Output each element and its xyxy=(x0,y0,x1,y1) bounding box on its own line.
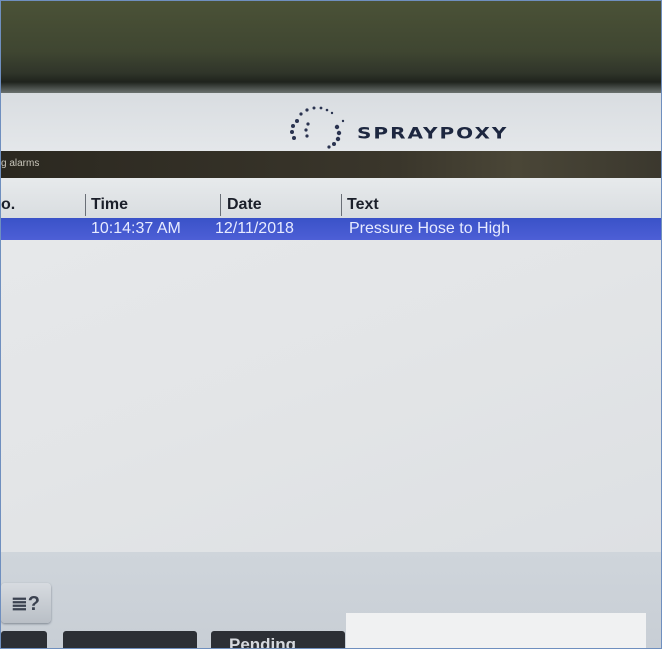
alarm-window-titlebar: g alarms xyxy=(1,151,661,178)
cell-text: Pressure Hose to High xyxy=(349,220,510,237)
pending-button[interactable]: Pending xyxy=(211,631,345,649)
window-title: g alarms xyxy=(1,158,40,169)
column-header-no[interactable]: o. xyxy=(1,196,15,214)
column-separator[interactable] xyxy=(85,194,86,216)
column-separator[interactable] xyxy=(220,194,221,216)
help-button[interactable]: ≣? xyxy=(1,583,51,623)
logo-text: SPRAYPOXY xyxy=(357,123,509,143)
photo-frame: SPRAYPOXY g alarms o. Time Date Text 10:… xyxy=(0,0,662,649)
alarm-list-body[interactable] xyxy=(1,240,661,552)
logo-swirl-icon xyxy=(290,106,345,149)
cell-date: 12/11/2018 xyxy=(215,220,294,237)
column-separator[interactable] xyxy=(341,194,342,216)
column-header-time[interactable]: Time xyxy=(91,196,128,214)
pending-label: Pending xyxy=(229,635,297,649)
column-header-text[interactable]: Text xyxy=(347,196,379,214)
toolbar-strip xyxy=(346,613,646,648)
spraypoxy-logo: SPRAYPOXY xyxy=(279,99,599,151)
table-header: o. Time Date Text xyxy=(1,178,661,218)
column-header-date[interactable]: Date xyxy=(227,196,262,214)
app-header: SPRAYPOXY xyxy=(1,93,661,151)
help-icon: ≣? xyxy=(11,593,40,615)
table-row[interactable]: 10:14:37 AM 12/11/2018 Pressure Hose to … xyxy=(1,218,661,240)
cell-time: 10:14:37 AM xyxy=(91,220,181,237)
monitor-bezel xyxy=(1,1,661,93)
toolbar-button-left[interactable] xyxy=(1,631,47,648)
toolbar-button[interactable] xyxy=(63,631,197,648)
